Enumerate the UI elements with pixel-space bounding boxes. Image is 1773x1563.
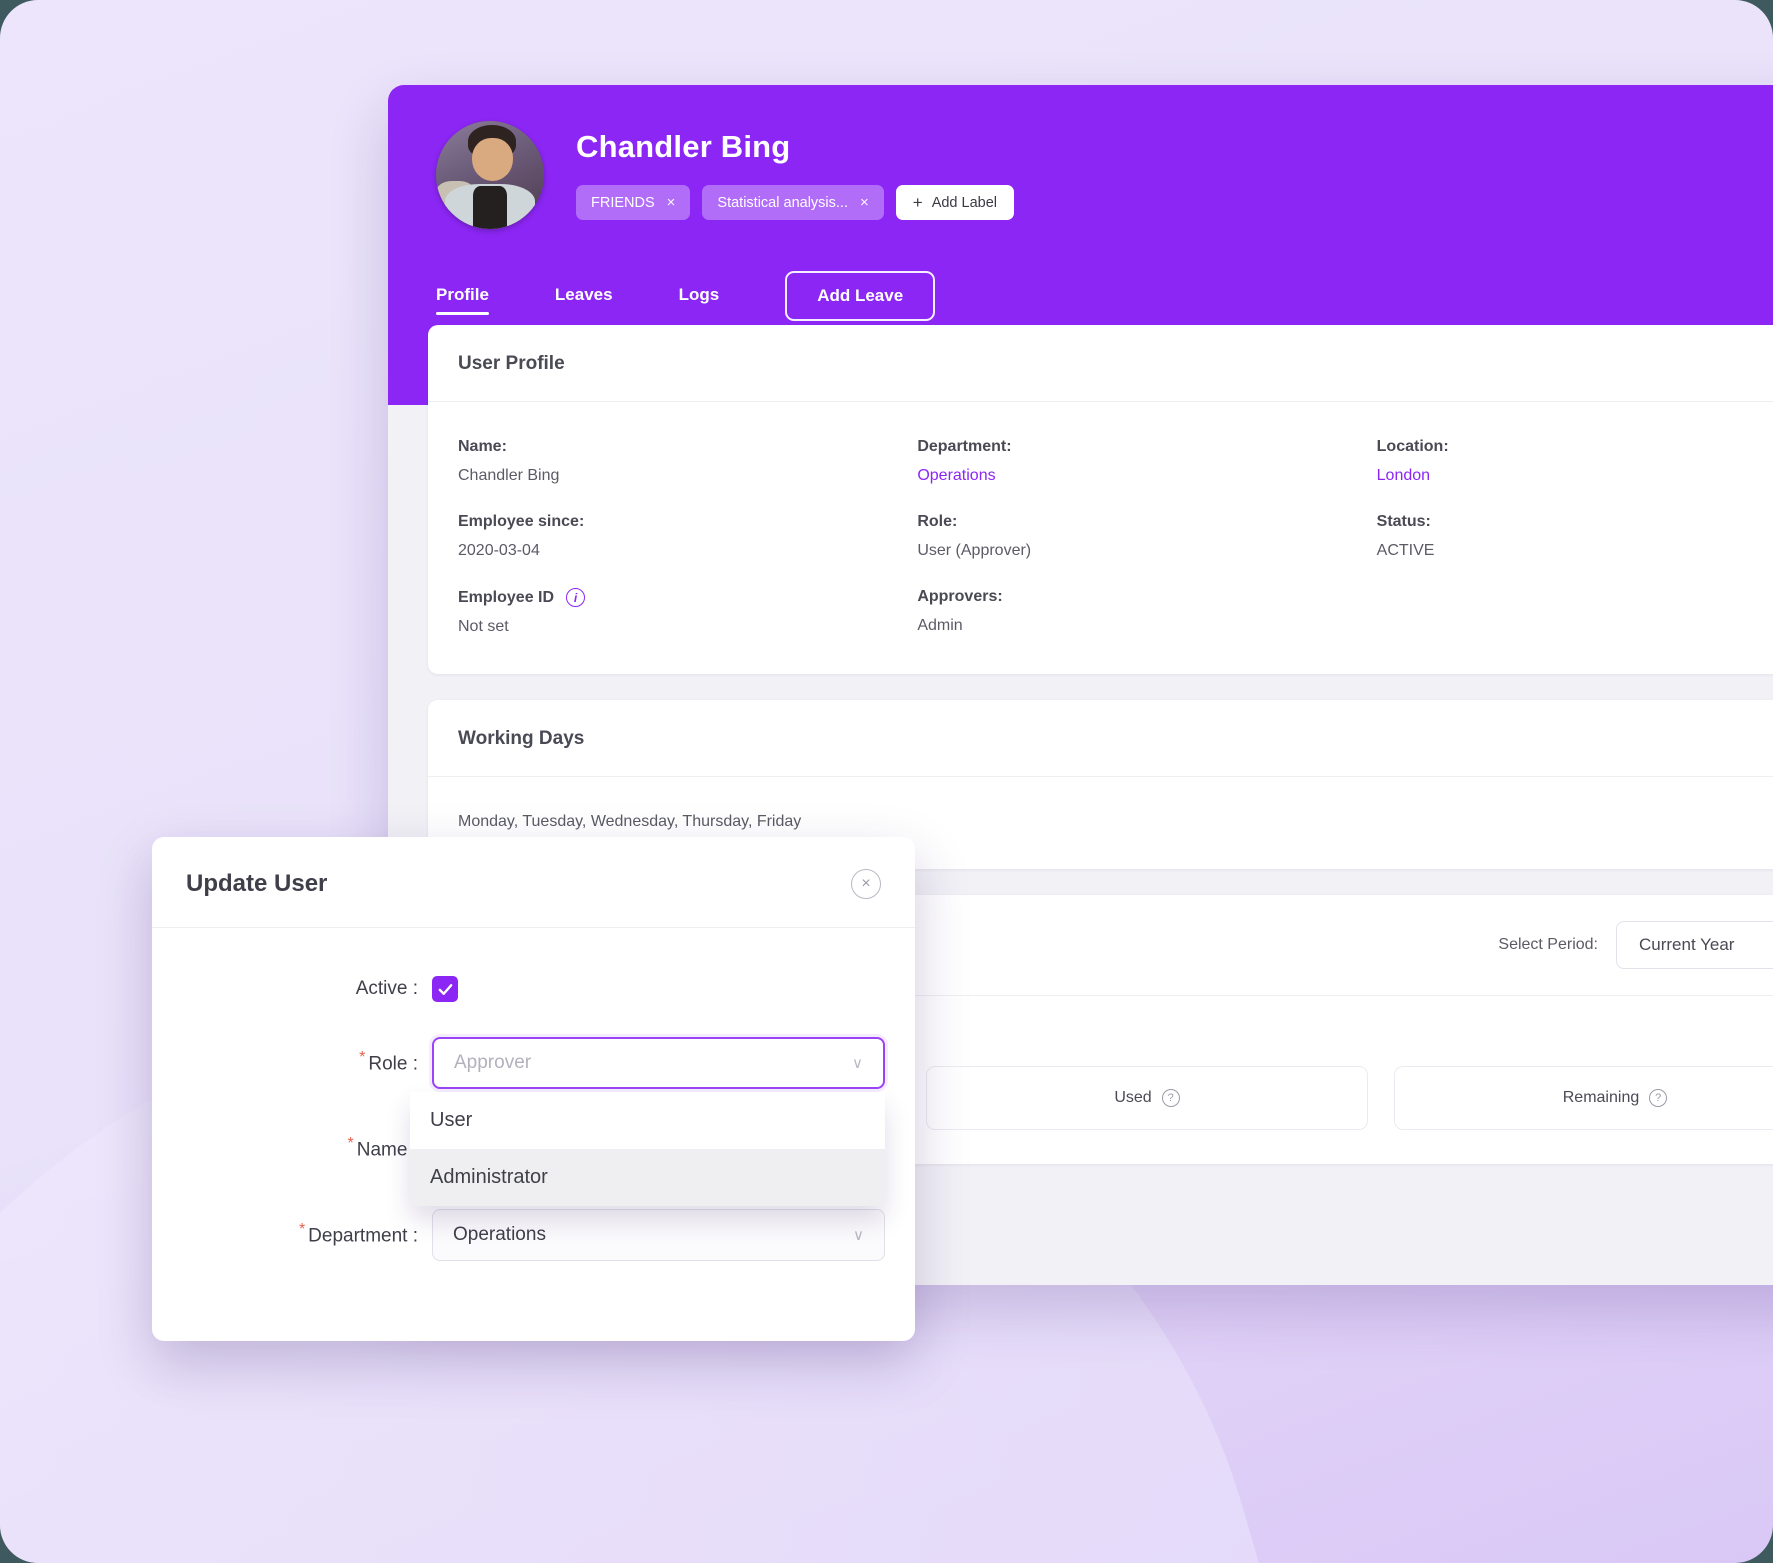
required-star: * [298,1221,306,1239]
role-select-placeholder: Approver [454,1051,532,1073]
label-chip-text: FRIENDS [591,194,655,211]
field-label: Employee since: [458,513,585,530]
field-value: Not set [458,618,509,635]
form-row-active: Active : [182,976,885,1003]
select-period-label: Select Period: [1498,936,1598,953]
field-value: 2020-03-04 [458,542,540,559]
field-label: Status: [1376,513,1431,530]
profile-field-employee-id: Employee ID i Not set [458,588,917,636]
user-profile-panel-title: User Profile [428,325,1773,402]
help-icon[interactable]: ? [1649,1089,1668,1107]
profile-field-role: Role: User (Approver) [917,513,1376,560]
chevron-down-icon: ∨ [852,1054,863,1072]
profile-field-name: Name: Chandler Bing [458,438,917,485]
form-row-department: * Department : Operations ∨ [182,1208,885,1261]
field-label: Location: [1376,438,1449,455]
profile-field-location: Location: London [1377,438,1773,485]
role-label-text: Role : [368,1053,418,1075]
avatar [436,121,544,229]
header-tabs: Profile Leaves Logs Add Leave [436,271,1773,321]
info-icon[interactable]: i [566,588,586,607]
modal-body: Active : * Role : Approver ∨ * Name: * … [152,928,915,1341]
department-label-text: Department : [308,1225,418,1247]
field-value-link[interactable]: Operations [917,467,1376,485]
remove-label-icon[interactable]: × [667,194,676,211]
label-chip-statistical-analysis[interactable]: Statistical analysis... × [702,185,884,220]
name-label: * Name : [182,1135,432,1161]
stat-card-label: Remaining [1562,1089,1640,1106]
add-label-button-text: Add Label [931,194,997,211]
modal-title: Update User [186,870,328,897]
profile-field-approvers: Approvers: Admin [917,588,1376,636]
form-row-role: * Role : Approver ∨ [182,1036,885,1089]
active-label: Active : [355,978,418,1000]
field-label-row: Employee ID i [458,588,917,607]
stat-card-remaining: Remaining ? [1394,1066,1773,1130]
profile-field-spacer [1377,588,1773,636]
plus-icon: + [912,193,923,212]
stat-card-used: Used ? [926,1066,1368,1130]
field-label: Employee ID [458,588,555,606]
role-option-user[interactable]: User [410,1092,885,1149]
help-icon[interactable]: ? [1161,1089,1180,1107]
field-value: ACTIVE [1376,542,1435,559]
check-icon [438,983,452,995]
user-profile-panel: User Profile Name: Chandler Bing Departm… [428,325,1773,674]
page-title: Chandler Bing [576,129,791,164]
field-label: Department: [917,438,1012,455]
required-star: * [359,1049,366,1067]
working-days-value: Monday, Tuesday, Wednesday, Thursday, Fr… [458,813,802,830]
tab-profile[interactable]: Profile [436,279,489,315]
field-value: Admin [917,617,963,634]
required-star: * [347,1135,354,1153]
field-label: Approvers: [917,588,1003,605]
field-value: User (Approver) [917,542,1032,559]
add-label-button[interactable]: + Add Label [895,185,1014,220]
field-label: Role: [917,513,958,530]
active-checkbox[interactable] [432,976,458,1002]
chevron-down-icon: ∨ [853,1226,864,1244]
field-value: Chandler Bing [458,467,560,484]
working-days-panel-title: Working Days [428,700,1773,777]
department-select[interactable]: Operations ∨ [432,1208,885,1261]
tab-logs[interactable]: Logs [679,279,720,313]
tab-leaves[interactable]: Leaves [555,279,613,313]
department-select-value: Operations [453,1223,546,1245]
add-leave-button[interactable]: Add Leave [785,271,936,321]
update-user-modal: Update User × Active : * Role : Approver… [152,837,915,1341]
profile-field-department: Department: Operations [917,438,1376,485]
close-icon[interactable]: × [851,869,881,899]
role-dropdown-menu: User Administrator [410,1092,885,1206]
modal-header: Update User × [152,837,915,928]
profile-field-employee-since: Employee since: 2020-03-04 [458,513,917,560]
name-label-text: Name : [356,1139,418,1161]
label-chip-text: Statistical analysis... [717,194,848,211]
stat-card-label: Used [1114,1089,1152,1106]
remove-label-icon[interactable]: × [860,194,869,211]
role-option-administrator[interactable]: Administrator [410,1149,885,1206]
page-canvas: Chandler Bing FRIENDS × Statistical anal… [0,0,1773,1563]
profile-field-status: Status: ACTIVE [1377,513,1773,560]
role-label: * Role : [182,1049,432,1075]
label-chip-friends[interactable]: FRIENDS × [576,185,691,220]
select-period-dropdown[interactable]: Current Year [1616,921,1773,969]
role-select[interactable]: Approver ∨ [432,1036,885,1089]
department-label: * Department : [182,1221,432,1247]
field-value-link[interactable]: London [1377,467,1773,485]
field-label: Name: [458,438,507,455]
label-row: FRIENDS × Statistical analysis... × + Ad… [576,185,1014,220]
profile-fields-grid: Name: Chandler Bing Department: Operatio… [458,438,1773,636]
